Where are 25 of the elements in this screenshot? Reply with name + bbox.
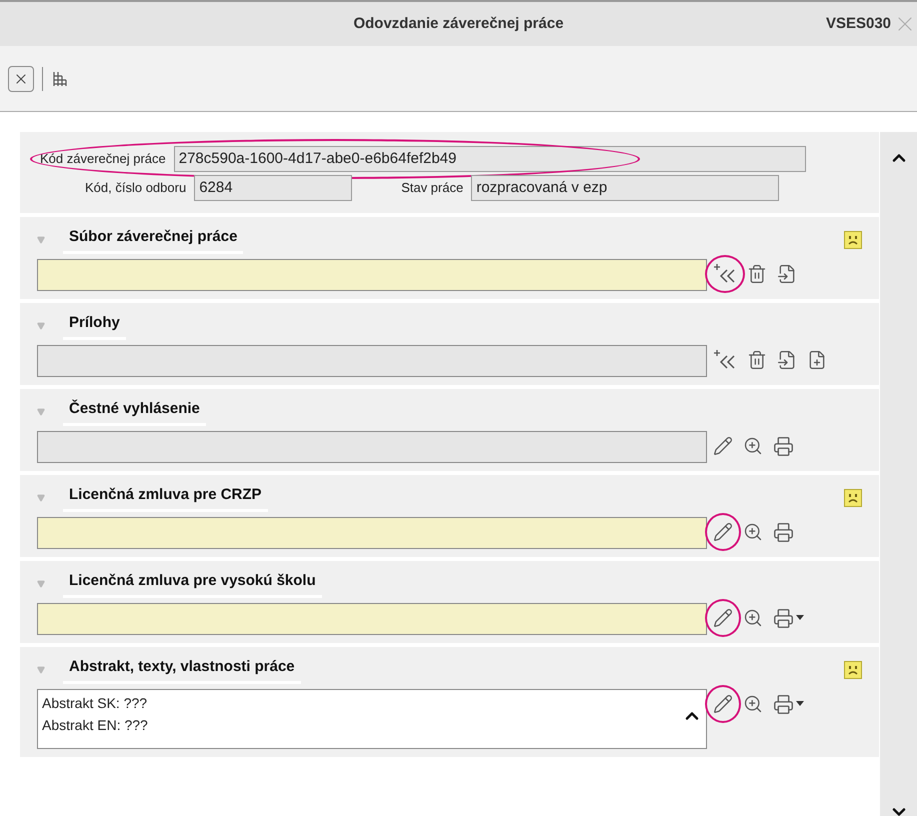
text-line: Abstrakt EN: ??? — [42, 716, 149, 734]
text-field[interactable]: rozpracovaná v ezp — [471, 175, 780, 201]
section-title: Licenčná zmluva pre vysokú školu — [63, 570, 322, 598]
field-label: Kód, číslo odboru — [85, 179, 186, 198]
section-title: Prílohy — [63, 312, 126, 340]
text-field[interactable]: 6284 — [194, 175, 352, 201]
file-field[interactable] — [37, 431, 707, 463]
section-title: Abstrakt, texty, vlastnosti práce — [63, 656, 301, 684]
file-field[interactable] — [37, 345, 707, 377]
field-label: Stav práce — [401, 179, 464, 198]
file-field[interactable] — [37, 259, 707, 291]
field-label: Kód záverečnej práce — [40, 150, 166, 168]
section-title: Licenčná zmluva pre CRZP — [63, 484, 268, 512]
file-field[interactable] — [37, 603, 707, 635]
text-line: Abstrakt SK: ??? — [42, 694, 148, 712]
section-title: Čestné vyhlásenie — [63, 398, 206, 426]
text-area[interactable]: Abstrakt SK: ??? Abstrakt EN: ??? — [37, 689, 707, 749]
scrollbar[interactable] — [880, 132, 917, 816]
window-title: Odovzdanie záverečnej práce — [353, 14, 564, 34]
grid-icon[interactable] — [51, 70, 69, 88]
text-field[interactable]: 278c590a-1600-4d17-abe0-e6b64fef2b49 — [174, 146, 806, 172]
window-code: VSES030 — [826, 14, 892, 34]
file-field[interactable] — [37, 517, 707, 549]
close-button[interactable] — [8, 66, 34, 92]
section-title: Súbor záverečnej práce — [63, 226, 244, 254]
